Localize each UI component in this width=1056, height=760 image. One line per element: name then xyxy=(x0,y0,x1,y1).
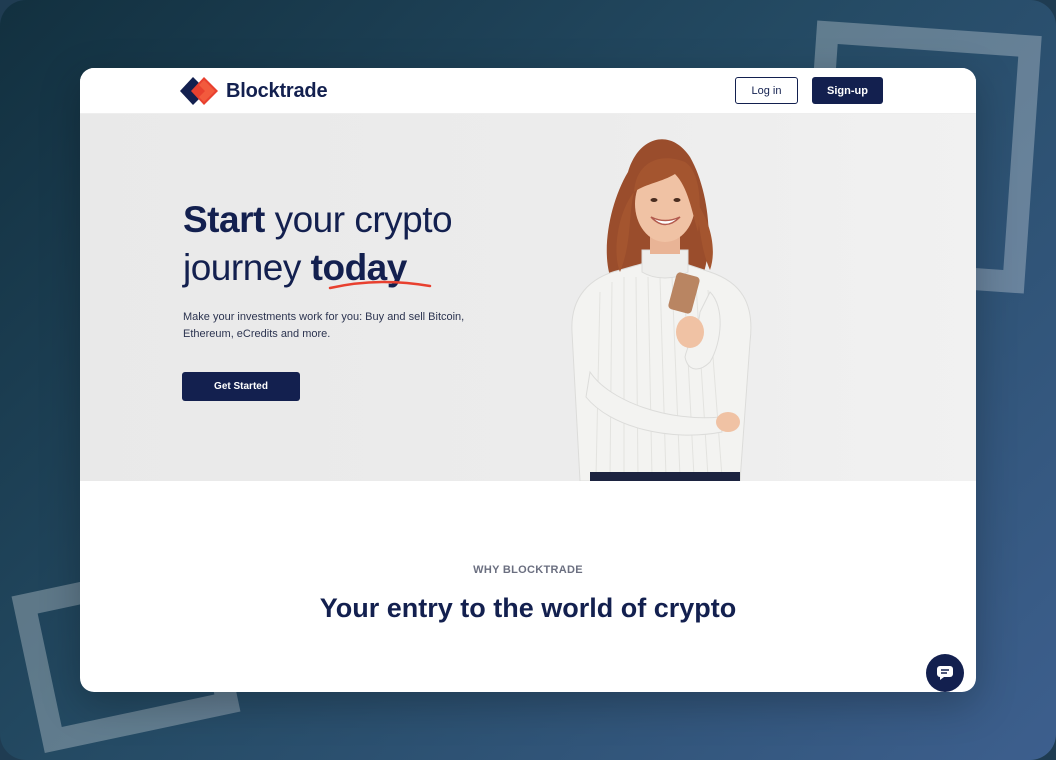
section-eyebrow: WHY BLOCKTRADE xyxy=(473,564,583,576)
hero-title-text: your crypto xyxy=(264,199,453,240)
section-title: Your entry to the world of crypto xyxy=(319,593,737,623)
chat-button[interactable] xyxy=(926,654,964,692)
brand-logo[interactable]: Blocktrade xyxy=(180,77,328,105)
get-started-button[interactable]: Get Started xyxy=(182,372,300,401)
navbar: Blocktrade Log in Sign-up xyxy=(80,68,976,114)
hero-title: Start your crypto journey today xyxy=(183,196,543,292)
page-backdrop: Blocktrade Log in Sign-up Start your cry… xyxy=(0,0,1056,760)
blocktrade-logo-icon xyxy=(180,77,220,105)
hero-subtitle: Make your investments work for you: Buy … xyxy=(183,311,465,340)
brand-name: Blocktrade xyxy=(226,79,328,102)
signup-button[interactable]: Sign-up xyxy=(812,77,883,104)
login-button[interactable]: Log in xyxy=(735,77,798,104)
chat-bubble-icon xyxy=(937,666,953,680)
hero-section: Start your crypto journey today Make you… xyxy=(80,114,976,481)
hero-title-text: journey xyxy=(183,247,311,288)
hero-title-bold-start: Start xyxy=(183,199,265,240)
browser-window: Blocktrade Log in Sign-up Start your cry… xyxy=(80,68,976,692)
hero-person-image xyxy=(571,139,752,481)
underline-swoosh-icon xyxy=(328,280,432,290)
